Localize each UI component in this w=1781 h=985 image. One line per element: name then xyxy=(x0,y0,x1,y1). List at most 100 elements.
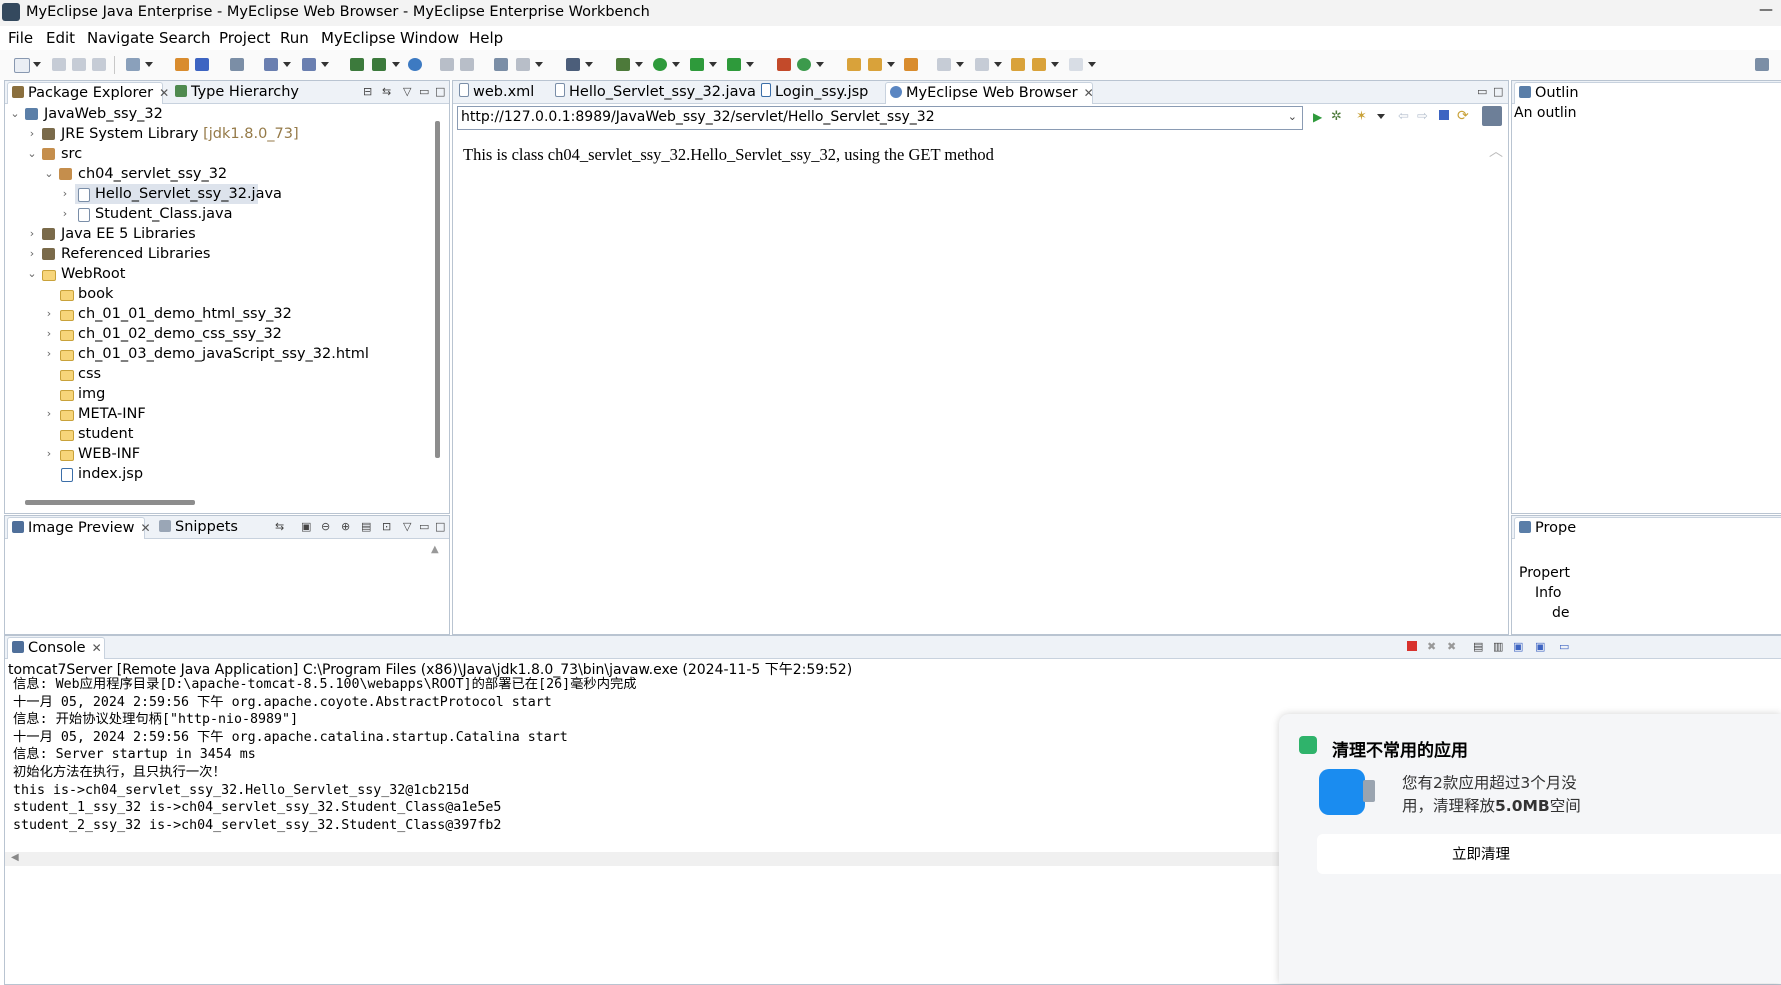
pin-console-icon[interactable]: ▣ xyxy=(1513,640,1523,653)
save-all-icon[interactable] xyxy=(72,58,86,71)
tree-item-package[interactable]: ⌄ ch04_servlet_ssy_32 xyxy=(5,164,425,184)
minimize-view-icon[interactable]: ▭ xyxy=(1477,85,1487,98)
tree-item-demo-css[interactable]: › ch_01_02_demo_css_ssy_32 xyxy=(5,324,425,344)
scroll-up-icon[interactable]: ▲ xyxy=(431,544,439,555)
collapsed-chevron-icon[interactable]: › xyxy=(59,204,71,224)
deploy-icon[interactable] xyxy=(264,58,278,71)
terminate-icon[interactable] xyxy=(1407,641,1417,651)
db-icon[interactable] xyxy=(440,58,454,71)
back-dropdown-icon[interactable] xyxy=(1051,62,1059,67)
menu-run[interactable]: Run xyxy=(280,29,309,47)
cleanup-now-button[interactable]: 立即清理 xyxy=(1317,834,1781,874)
scroll-left-icon[interactable]: ◀ xyxy=(11,852,19,863)
collapsed-chevron-icon[interactable]: › xyxy=(43,304,55,324)
tree-item-src[interactable]: ⌄ src xyxy=(5,144,425,164)
tree-item-demo-js[interactable]: › ch_01_03_demo_javaScript_ssy_32.html xyxy=(5,344,425,364)
prev-annotation-dropdown-icon[interactable] xyxy=(994,62,1002,67)
minimize-button[interactable]: — xyxy=(1759,2,1773,18)
tree-item-img[interactable]: img xyxy=(5,384,425,404)
run-icon[interactable] xyxy=(653,58,667,71)
tree-item-book[interactable]: book xyxy=(5,284,425,304)
horizontal-scrollbar[interactable] xyxy=(25,500,195,505)
collapsed-chevron-icon[interactable]: › xyxy=(43,344,55,364)
print-icon[interactable] xyxy=(92,58,106,71)
tab-web-xml[interactable]: web.xml xyxy=(455,82,534,103)
forward-icon[interactable] xyxy=(1069,58,1083,71)
go-icon[interactable]: ▶ xyxy=(1313,110,1322,124)
save-icon[interactable] xyxy=(52,58,66,71)
tab-properties[interactable]: Prope xyxy=(1514,517,1781,539)
url-dropdown-icon[interactable]: ⌄ xyxy=(1288,110,1297,123)
tree-item-jre[interactable]: › JRE System Library [jdk1.8.0_73] xyxy=(5,124,425,144)
servlet-dropdown-icon[interactable] xyxy=(392,62,400,67)
open-perspective-icon[interactable] xyxy=(1755,58,1769,71)
tab-type-hierarchy[interactable]: Type Hierarchy xyxy=(171,82,299,103)
expanded-chevron-icon[interactable]: ⌄ xyxy=(26,144,38,164)
debug-icon[interactable] xyxy=(616,58,630,71)
launch-icon[interactable] xyxy=(302,58,316,71)
tree-item-referenced-libraries[interactable]: › Referenced Libraries xyxy=(5,244,425,264)
report-icon[interactable] xyxy=(494,58,508,71)
minimize-view-icon[interactable]: ▭ xyxy=(419,85,429,98)
refresh-db-icon[interactable] xyxy=(460,58,474,71)
tab-login-jsp[interactable]: Login_ssy.jsp xyxy=(757,82,868,103)
coverage-dropdown-icon[interactable] xyxy=(709,62,717,67)
task-icon[interactable] xyxy=(904,58,918,71)
launch-dropdown-icon[interactable] xyxy=(321,62,329,67)
tab-console[interactable]: Console ✕ xyxy=(7,637,105,659)
debug-dropdown-icon[interactable] xyxy=(635,62,643,67)
new-icon[interactable] xyxy=(14,58,30,73)
run-dropdown-icon[interactable] xyxy=(672,62,680,67)
collapsed-chevron-icon[interactable]: › xyxy=(43,444,55,464)
next-annotation-icon[interactable] xyxy=(937,58,951,71)
url-field[interactable]: http://127.0.0.1:8989/JavaWeb_ssy_32/ser… xyxy=(457,106,1303,130)
new-class-icon[interactable] xyxy=(777,58,791,71)
close-icon[interactable]: ✕ xyxy=(159,86,169,100)
clear-console-icon[interactable]: ▤ xyxy=(1473,640,1483,653)
tree-item-javaee-libraries[interactable]: › Java EE 5 Libraries xyxy=(5,224,425,244)
debug-page-icon[interactable]: ✲ xyxy=(1331,109,1342,124)
fit-window-icon[interactable]: ⊡ xyxy=(382,520,391,533)
tree-item-index-jsp[interactable]: index.jsp xyxy=(5,464,425,484)
expanded-chevron-icon[interactable]: ⌄ xyxy=(43,164,55,184)
tab-package-explorer[interactable]: Package Explorer ✕ xyxy=(7,82,169,104)
terminal-icon[interactable] xyxy=(566,58,580,71)
maximize-view-icon[interactable]: □ xyxy=(435,520,445,533)
search-dropdown-icon[interactable] xyxy=(887,62,895,67)
last-edit-icon[interactable] xyxy=(1011,58,1025,71)
browser-settings-icon[interactable] xyxy=(1482,106,1502,126)
menu-edit[interactable]: Edit xyxy=(46,29,75,47)
next-annotation-dropdown-icon[interactable] xyxy=(956,62,964,67)
menu-file[interactable]: File xyxy=(8,29,33,47)
menu-help[interactable]: Help xyxy=(469,29,503,47)
open-resource-icon[interactable] xyxy=(195,58,209,71)
tab-snippets[interactable]: Snippets xyxy=(155,517,238,538)
tab-outline[interactable]: Outlin xyxy=(1514,82,1781,104)
tab-image-preview[interactable]: Image Preview ✕ xyxy=(7,517,151,539)
collapsed-chevron-icon[interactable]: › xyxy=(26,124,38,144)
tree-item-hello-servlet[interactable]: › Hello_Servlet_ssy_32.java xyxy=(63,184,282,204)
remove-all-icon[interactable]: ✖ xyxy=(1447,640,1456,653)
collapse-all-icon[interactable]: ⊟ xyxy=(363,85,372,98)
coverage-icon[interactable] xyxy=(690,58,704,71)
globe-icon[interactable] xyxy=(408,58,422,71)
view-menu-icon[interactable]: ▽ xyxy=(403,520,411,533)
tree-item-meta-inf[interactable]: › META-INF xyxy=(5,404,425,424)
open-console-icon[interactable]: ▭ xyxy=(1559,640,1569,653)
menu-window[interactable]: Window xyxy=(400,29,459,47)
maximize-view-icon[interactable]: □ xyxy=(435,85,445,98)
web-project-icon[interactable] xyxy=(350,58,364,71)
collapsed-chevron-icon[interactable]: › xyxy=(43,324,55,344)
menu-search[interactable]: Search xyxy=(159,29,211,47)
collapsed-chevron-icon[interactable]: › xyxy=(26,224,38,244)
zoom-in-icon[interactable]: ⊕ xyxy=(341,520,350,533)
tree-item-project[interactable]: ⌄ JavaWeb_ssy_32 xyxy=(5,104,425,124)
link-editor-icon[interactable]: ⇆ xyxy=(382,85,391,98)
tree-item-student[interactable]: student xyxy=(5,424,425,444)
collapsed-chevron-icon[interactable]: › xyxy=(26,244,38,264)
external-tools-dropdown-icon[interactable] xyxy=(746,62,754,67)
prev-annotation-icon[interactable] xyxy=(975,58,989,71)
zoom-out-icon[interactable]: ⊖ xyxy=(321,520,330,533)
terminal-dropdown-icon[interactable] xyxy=(585,62,593,67)
wizard-dropdown-icon[interactable] xyxy=(145,62,153,67)
